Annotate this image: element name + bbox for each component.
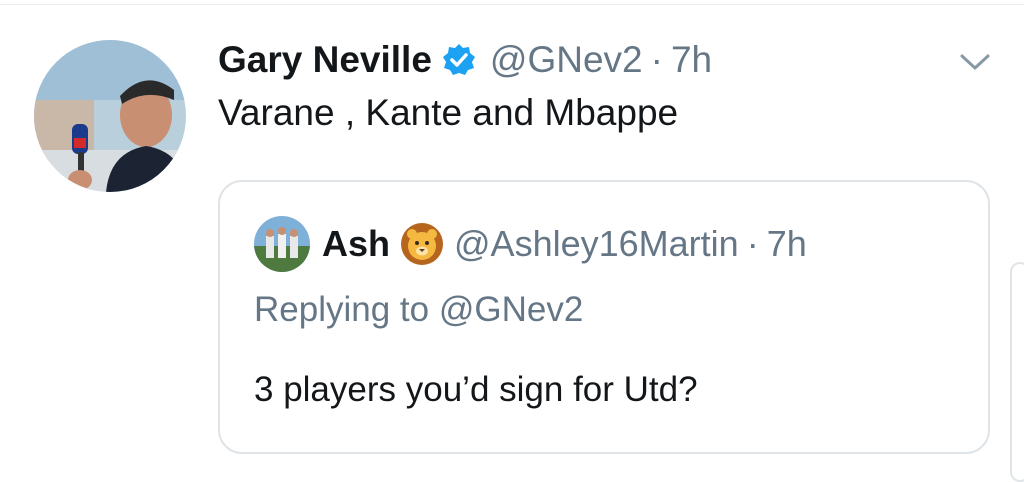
author-name[interactable]: Gary Neville <box>218 39 432 81</box>
quoted-tweet-card[interactable]: Ash @Ashley16Martin · 7h Replying to @GN… <box>218 180 990 454</box>
replying-to-prefix: Replying to <box>254 290 430 329</box>
top-divider <box>0 4 1024 5</box>
quoted-separator-dot: · <box>746 223 759 264</box>
quoted-author-name[interactable]: Ash <box>322 223 390 265</box>
quoted-tweet-timestamp[interactable]: 7h <box>767 223 807 265</box>
quoted-tweet-text: 3 players you’d sign for Utd? <box>254 370 698 409</box>
separator-dot: · <box>650 39 663 80</box>
tweet-text: Varane , Kante and Mbappe <box>218 92 679 133</box>
adjacent-card-edge <box>1010 262 1024 482</box>
quoted-tweet-header: Ash @Ashley16Martin · 7h <box>322 220 807 268</box>
author-avatar-image <box>34 40 186 192</box>
tweet-timestamp[interactable]: 7h <box>671 39 712 81</box>
quoted-author-handle[interactable]: @Ashley16Martin <box>454 223 739 265</box>
replying-to-line: Replying to @GNev2 <box>254 290 583 330</box>
verified-badge-icon <box>442 43 476 77</box>
quoted-author-avatar-image <box>254 216 310 272</box>
lion-face-emoji <box>400 222 444 266</box>
author-avatar[interactable] <box>34 40 186 192</box>
author-handle[interactable]: @GNev2 <box>490 39 643 81</box>
tweet-header: Gary Neville @GNev2 · 7h <box>218 36 712 84</box>
replying-to-mention[interactable]: @GNev2 <box>439 290 583 329</box>
chevron-down-icon[interactable] <box>958 50 992 74</box>
quoted-author-avatar[interactable] <box>254 216 310 272</box>
